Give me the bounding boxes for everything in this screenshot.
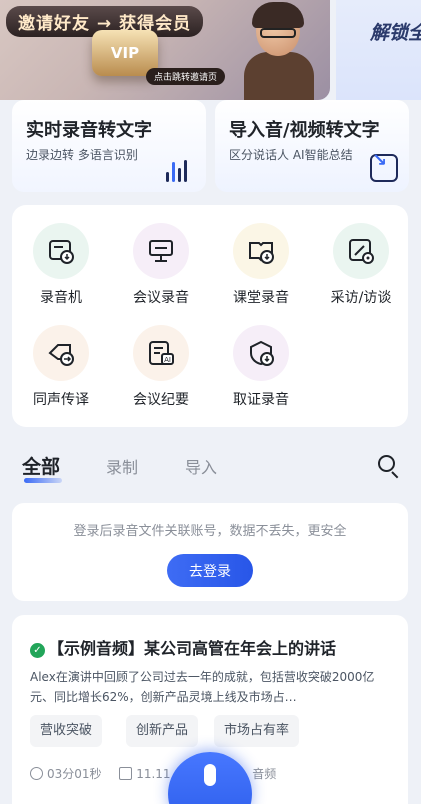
search-icon[interactable] [377, 454, 401, 479]
interview-icon [349, 239, 374, 264]
promo-banner[interactable]: 邀请好友 → 获得会员 VIP 点击跳转邀请页 解锁全 [0, 0, 421, 100]
clock-icon [30, 767, 43, 780]
tool-recorder-label: 录音机 [40, 290, 82, 306]
calendar-icon [119, 767, 133, 780]
sample-duration: 03分01秒 [47, 767, 102, 781]
tab-recorded[interactable]: 录制 [106, 454, 138, 478]
login-tip: 登录后录音文件关联账号，数据不丢失，更安全 [73, 524, 347, 539]
sample-description: Alex在演讲中回顾了公司过去一年的成就，包括营收突破2000亿元、同比增长62… [30, 670, 375, 704]
svg-text:AI: AI [164, 356, 171, 364]
tool-classroom-record-label: 课堂录音 [233, 290, 289, 306]
unlock-banner-text: 解锁全 [370, 22, 421, 44]
tag[interactable]: 市场占有率 [214, 715, 300, 747]
classroom-record-icon [249, 242, 274, 264]
active-tab-indicator [24, 478, 62, 483]
import-arrow-icon: ↘ [372, 150, 388, 171]
tool-interview-label: 采访/访谈 [330, 290, 392, 306]
jump-invite-tip[interactable]: 点击跳转邀请页 [146, 68, 226, 85]
evidence-record-icon [250, 340, 274, 366]
verified-check-icon: ✓ [30, 643, 45, 658]
import-transcribe-subtitle: 区分说话人 AI智能总结 [229, 148, 353, 162]
tool-simultaneous-interpretation[interactable]: 同声传译 [16, 325, 106, 409]
import-transcribe-title: 导入音/视频转文字 [229, 120, 380, 141]
tool-classroom-record[interactable]: 课堂录音 [216, 223, 306, 307]
tag[interactable]: 营收突破 [30, 715, 103, 747]
tag[interactable]: 创新产品 [126, 715, 199, 747]
waveform-icon [164, 160, 192, 182]
sample-title: 【示例音频】某公司高管在年会上的讲话 [48, 639, 337, 658]
tool-simultaneous-interpretation-label: 同声传译 [33, 392, 89, 408]
presenter-illustration [244, 2, 314, 100]
sample-type: 音频 [252, 767, 277, 781]
unlock-banner[interactable] [336, 0, 421, 100]
tool-meeting-record[interactable]: 会议录音 [116, 223, 206, 307]
tool-interview[interactable]: 采访/访谈 [316, 223, 406, 307]
login-button[interactable]: 去登录 [167, 554, 253, 587]
invite-banner[interactable]: 邀请好友 → 获得会员 VIP 点击跳转邀请页 [0, 0, 330, 100]
tab-imported[interactable]: 导入 [185, 454, 217, 478]
meeting-record-icon [149, 240, 173, 262]
tool-meeting-minutes-label: 会议纪要 [133, 392, 189, 408]
tool-recorder[interactable]: 录音机 [16, 223, 106, 307]
file-filter-tabs: 全部 录制 导入 [0, 440, 421, 490]
tool-evidence-record[interactable]: 取证录音 [216, 325, 306, 409]
sample-date: 11.11 [136, 767, 171, 781]
simultaneous-interpretation-icon [48, 344, 74, 366]
meeting-minutes-icon: AI [149, 341, 174, 365]
tool-meeting-minutes[interactable]: AI 会议纪要 [116, 325, 206, 409]
microphone-icon [204, 764, 216, 786]
tool-grid: 录音机 会议录音 课堂录音 采访/访谈 同声传译 AI 会议纪要 取证录音 [12, 205, 408, 427]
realtime-transcribe-subtitle: 边录边转 多语言识别 [26, 148, 138, 162]
recorder-icon [49, 240, 74, 264]
login-prompt-card: 登录后录音文件关联账号，数据不丢失，更安全 去登录 [12, 503, 408, 601]
tool-meeting-record-label: 会议录音 [133, 290, 189, 306]
realtime-transcribe-title: 实时录音转文字 [26, 120, 152, 141]
sample-title-row: ✓ 【示例音频】某公司高管在年会上的讲话 [30, 635, 336, 659]
tab-all[interactable]: 全部 [22, 452, 60, 479]
tool-evidence-record-label: 取证录音 [233, 392, 289, 408]
